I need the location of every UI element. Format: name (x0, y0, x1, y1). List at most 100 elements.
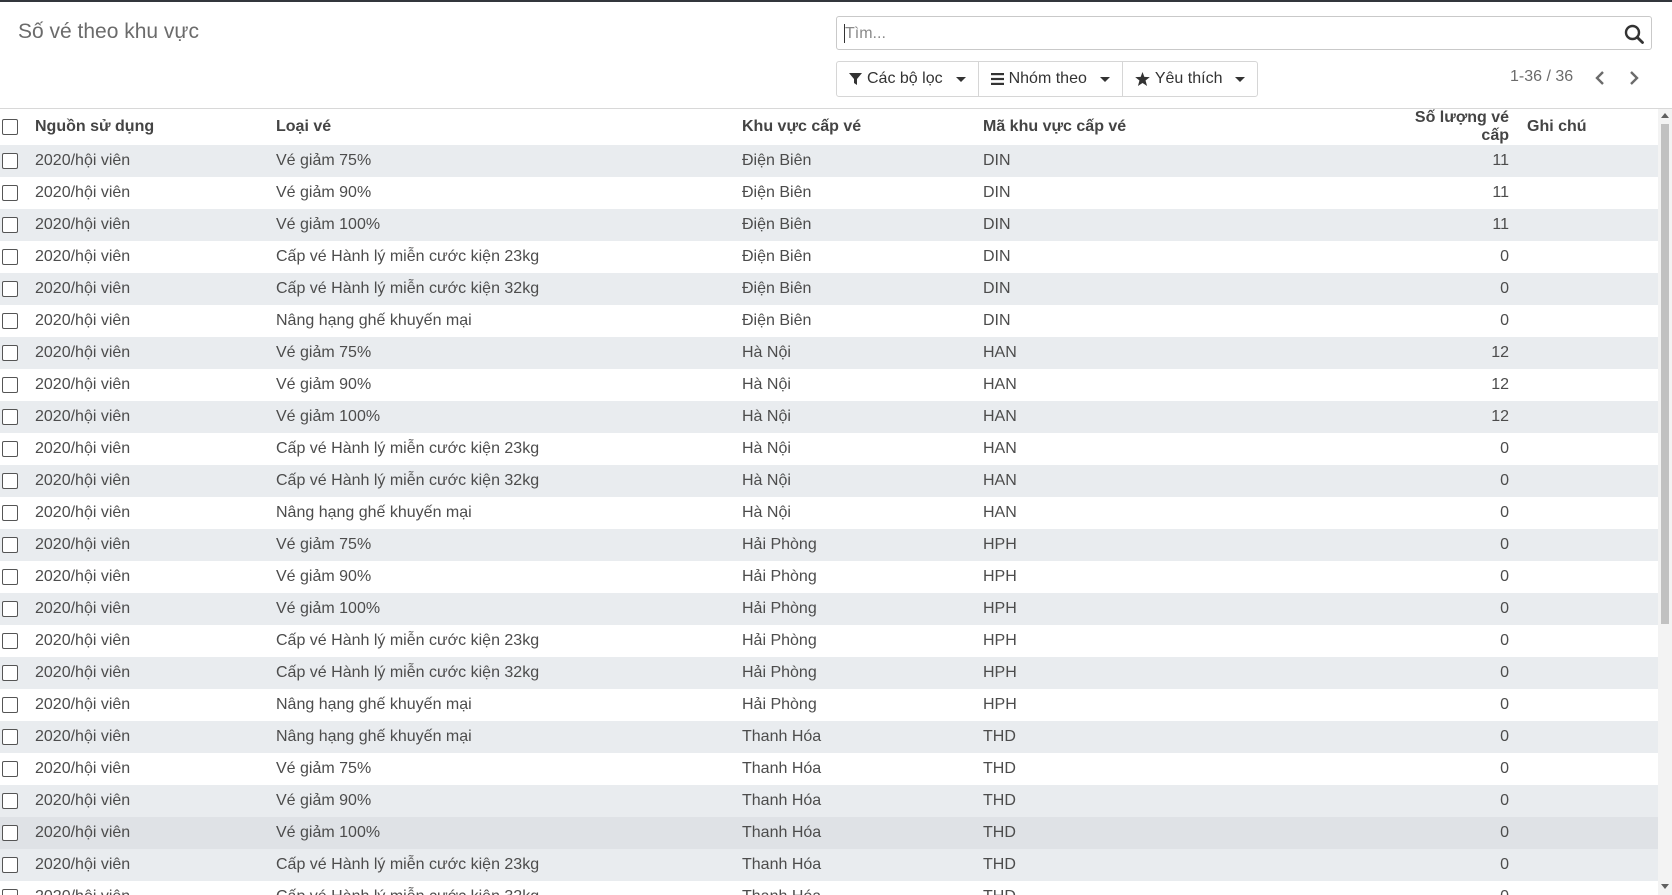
column-header-source[interactable]: Nguồn sử dụng (35, 109, 276, 145)
row-checkbox[interactable] (2, 505, 18, 521)
filter-icon (849, 72, 862, 85)
pager-next-button[interactable] (1622, 66, 1646, 90)
row-checkbox[interactable] (2, 313, 18, 329)
cell-region: Điện Biên (742, 280, 812, 297)
cell-code: HPH (983, 600, 1017, 617)
cell-region: Hải Phòng (742, 568, 817, 585)
favorites-label: Yêu thích (1154, 70, 1223, 87)
row-checkbox[interactable] (2, 761, 18, 777)
row-checkbox[interactable] (2, 377, 18, 393)
table-row[interactable]: 2020/hội viênCấp vé Hành lý miễn cước ki… (0, 241, 1658, 273)
cell-quantity: 12 (1491, 408, 1509, 425)
row-checkbox[interactable] (2, 537, 18, 553)
column-header-region[interactable]: Khu vực cấp vé (742, 109, 983, 145)
row-checkbox[interactable] (2, 409, 18, 425)
row-select-cell (0, 625, 35, 657)
table-row[interactable]: 2020/hội viên Vé giảm 100% Điện Biên DIN 11 (0, 209, 1658, 241)
cell-note (1517, 401, 1658, 433)
table-row[interactable]: 2020/hội viên Vé giảm 90% Hà Nội HAN 12 (0, 369, 1658, 401)
cell-code: DIN (983, 280, 1011, 297)
filters-button[interactable]: Các bộ lọc (837, 62, 979, 96)
table-row[interactable]: 2020/hội viênCấp vé Hành lý miễn cước ki… (0, 465, 1658, 497)
table-row[interactable]: 2020/hội viênCấp vé Hành lý miễn cước ki… (0, 433, 1658, 465)
cell-code: DIN (983, 152, 1011, 169)
cell-source: 2020/hội viên (35, 280, 131, 297)
select-all-checkbox[interactable] (2, 119, 18, 135)
row-checkbox[interactable] (2, 217, 18, 233)
table-row[interactable]: 2020/hội viên Nâng hạng ghế khuyến mại Điệ… (0, 305, 1658, 337)
favorites-button[interactable]: Yêu thích (1123, 62, 1258, 96)
cell-note (1517, 465, 1658, 497)
cell-note (1517, 849, 1658, 881)
column-header-note[interactable]: Ghi chú (1517, 109, 1658, 145)
table-row[interactable]: 2020/hội viên Vé giảm 75% Điện Biên DIN 11 (0, 145, 1658, 177)
pager-previous-button[interactable] (1588, 66, 1612, 90)
cell-quantity: 11 (1492, 152, 1509, 169)
scroll-down-arrow-icon[interactable] (1661, 884, 1669, 889)
scrollbar-thumb[interactable] (1661, 124, 1669, 624)
table-row[interactable]: 2020/hội viênCấp vé Hành lý miễn cước ki… (0, 881, 1658, 895)
cell-source: 2020/hội viên (35, 504, 131, 521)
row-checkbox[interactable] (2, 793, 18, 809)
row-checkbox[interactable] (2, 697, 18, 713)
cell-code: HPH (983, 696, 1017, 713)
scroll-up-arrow-icon[interactable] (1661, 113, 1669, 118)
table-row[interactable]: 2020/hội viên Nâng hạng ghế khuyến mại Tha… (0, 721, 1658, 753)
row-checkbox[interactable] (2, 857, 18, 873)
row-checkbox[interactable] (2, 153, 18, 169)
row-checkbox[interactable] (2, 345, 18, 361)
chevron-right-icon (1630, 71, 1639, 85)
table-row[interactable]: 2020/hội viênCấp vé Hành lý miễn cước ki… (0, 849, 1658, 881)
column-header-code[interactable]: Mã khu vực cấp vé (983, 109, 1383, 145)
table-row[interactable]: 2020/hội viên Vé giảm 90% Hải Phòng HPH 0 (0, 561, 1658, 593)
table-row[interactable]: 2020/hội viên Vé giảm 75% Hà Nội HAN 12 (0, 337, 1658, 369)
search-box[interactable] (836, 16, 1652, 50)
cell-type: Cấp vé Hành lý miễn cước kiện 32kg (276, 280, 540, 297)
table-row[interactable]: 2020/hội viên Vé giảm 90% Thanh Hóa THD 0 (0, 785, 1658, 817)
row-checkbox[interactable] (2, 569, 18, 585)
row-checkbox[interactable] (2, 185, 18, 201)
row-checkbox[interactable] (2, 825, 18, 841)
row-checkbox[interactable] (2, 473, 18, 489)
table-row[interactable]: 2020/hội viên Cấp vé Hành lý miễn cước ki… (0, 273, 1658, 305)
table-row[interactable]: 2020/hội viên Vé giảm 75% Hải Phòng HPH 0 (0, 529, 1658, 561)
search-icon[interactable] (1623, 23, 1645, 45)
row-checkbox[interactable] (2, 281, 18, 297)
cell-source: 2020/hội viên (35, 600, 131, 617)
cell-region: Hải Phòng (742, 600, 817, 617)
table-row[interactable]: 2020/hội viên Vé giảm 90% Điện Biên DIN 11 (0, 177, 1658, 209)
row-select-cell (0, 401, 35, 433)
search-input[interactable] (843, 18, 1607, 50)
row-checkbox[interactable] (2, 633, 18, 649)
cell-code: THD (983, 824, 1016, 841)
cell-code: HAN (983, 440, 1017, 457)
row-checkbox[interactable] (2, 601, 18, 617)
table-row[interactable]: 2020/hội viên Vé giảm 100% Hải Phòng HPH 0 (0, 593, 1658, 625)
chevron-down-icon (1235, 76, 1246, 82)
row-checkbox[interactable] (2, 665, 18, 681)
cell-note (1517, 337, 1658, 369)
group-by-button[interactable]: Nhóm theo (979, 62, 1123, 96)
cell-source: 2020/hội viên (35, 664, 131, 681)
cell-quantity: 11 (1492, 216, 1509, 233)
table-row[interactable]: 2020/hội viênCấp vé Hành lý miễn cước ki… (0, 625, 1658, 657)
table-row[interactable]: 2020/hội viên Vé giảm 100% Thanh Hóa THD 0 (0, 817, 1658, 849)
row-checkbox[interactable] (2, 441, 18, 457)
cell-type: Vé giảm 100% (276, 600, 381, 617)
row-checkbox[interactable] (2, 889, 18, 895)
table-row[interactable]: 2020/hội viên Vé giảm 75% Thanh Hóa THD 0 (0, 753, 1658, 785)
table-row[interactable]: 2020/hội viên Nâng hạng ghế khuyến mại Hà … (0, 497, 1658, 529)
row-checkbox[interactable] (2, 249, 18, 265)
table-row[interactable]: 2020/hội viênCấp vé Hành lý miễn cước ki… (0, 657, 1658, 689)
cell-type: Vé giảm 75% (276, 152, 372, 169)
column-header-quantity[interactable]: Số lượng vé cấp (1383, 109, 1517, 145)
pager-value[interactable]: 1-36 / 36 (1510, 68, 1573, 86)
column-header-type[interactable]: Loại vé (276, 109, 742, 145)
table-row[interactable]: 2020/hội viên Nâng hạng ghế khuyến mại Hải… (0, 689, 1658, 721)
row-checkbox[interactable] (2, 729, 18, 745)
cell-source: 2020/hội viên (35, 536, 131, 553)
table-row[interactable]: 2020/hội viên Vé giảm 100% Hà Nội HAN 12 (0, 401, 1658, 433)
cell-quantity: 0 (1500, 312, 1509, 329)
cell-code: HPH (983, 664, 1017, 681)
cell-region: Thanh Hóa (742, 728, 822, 745)
